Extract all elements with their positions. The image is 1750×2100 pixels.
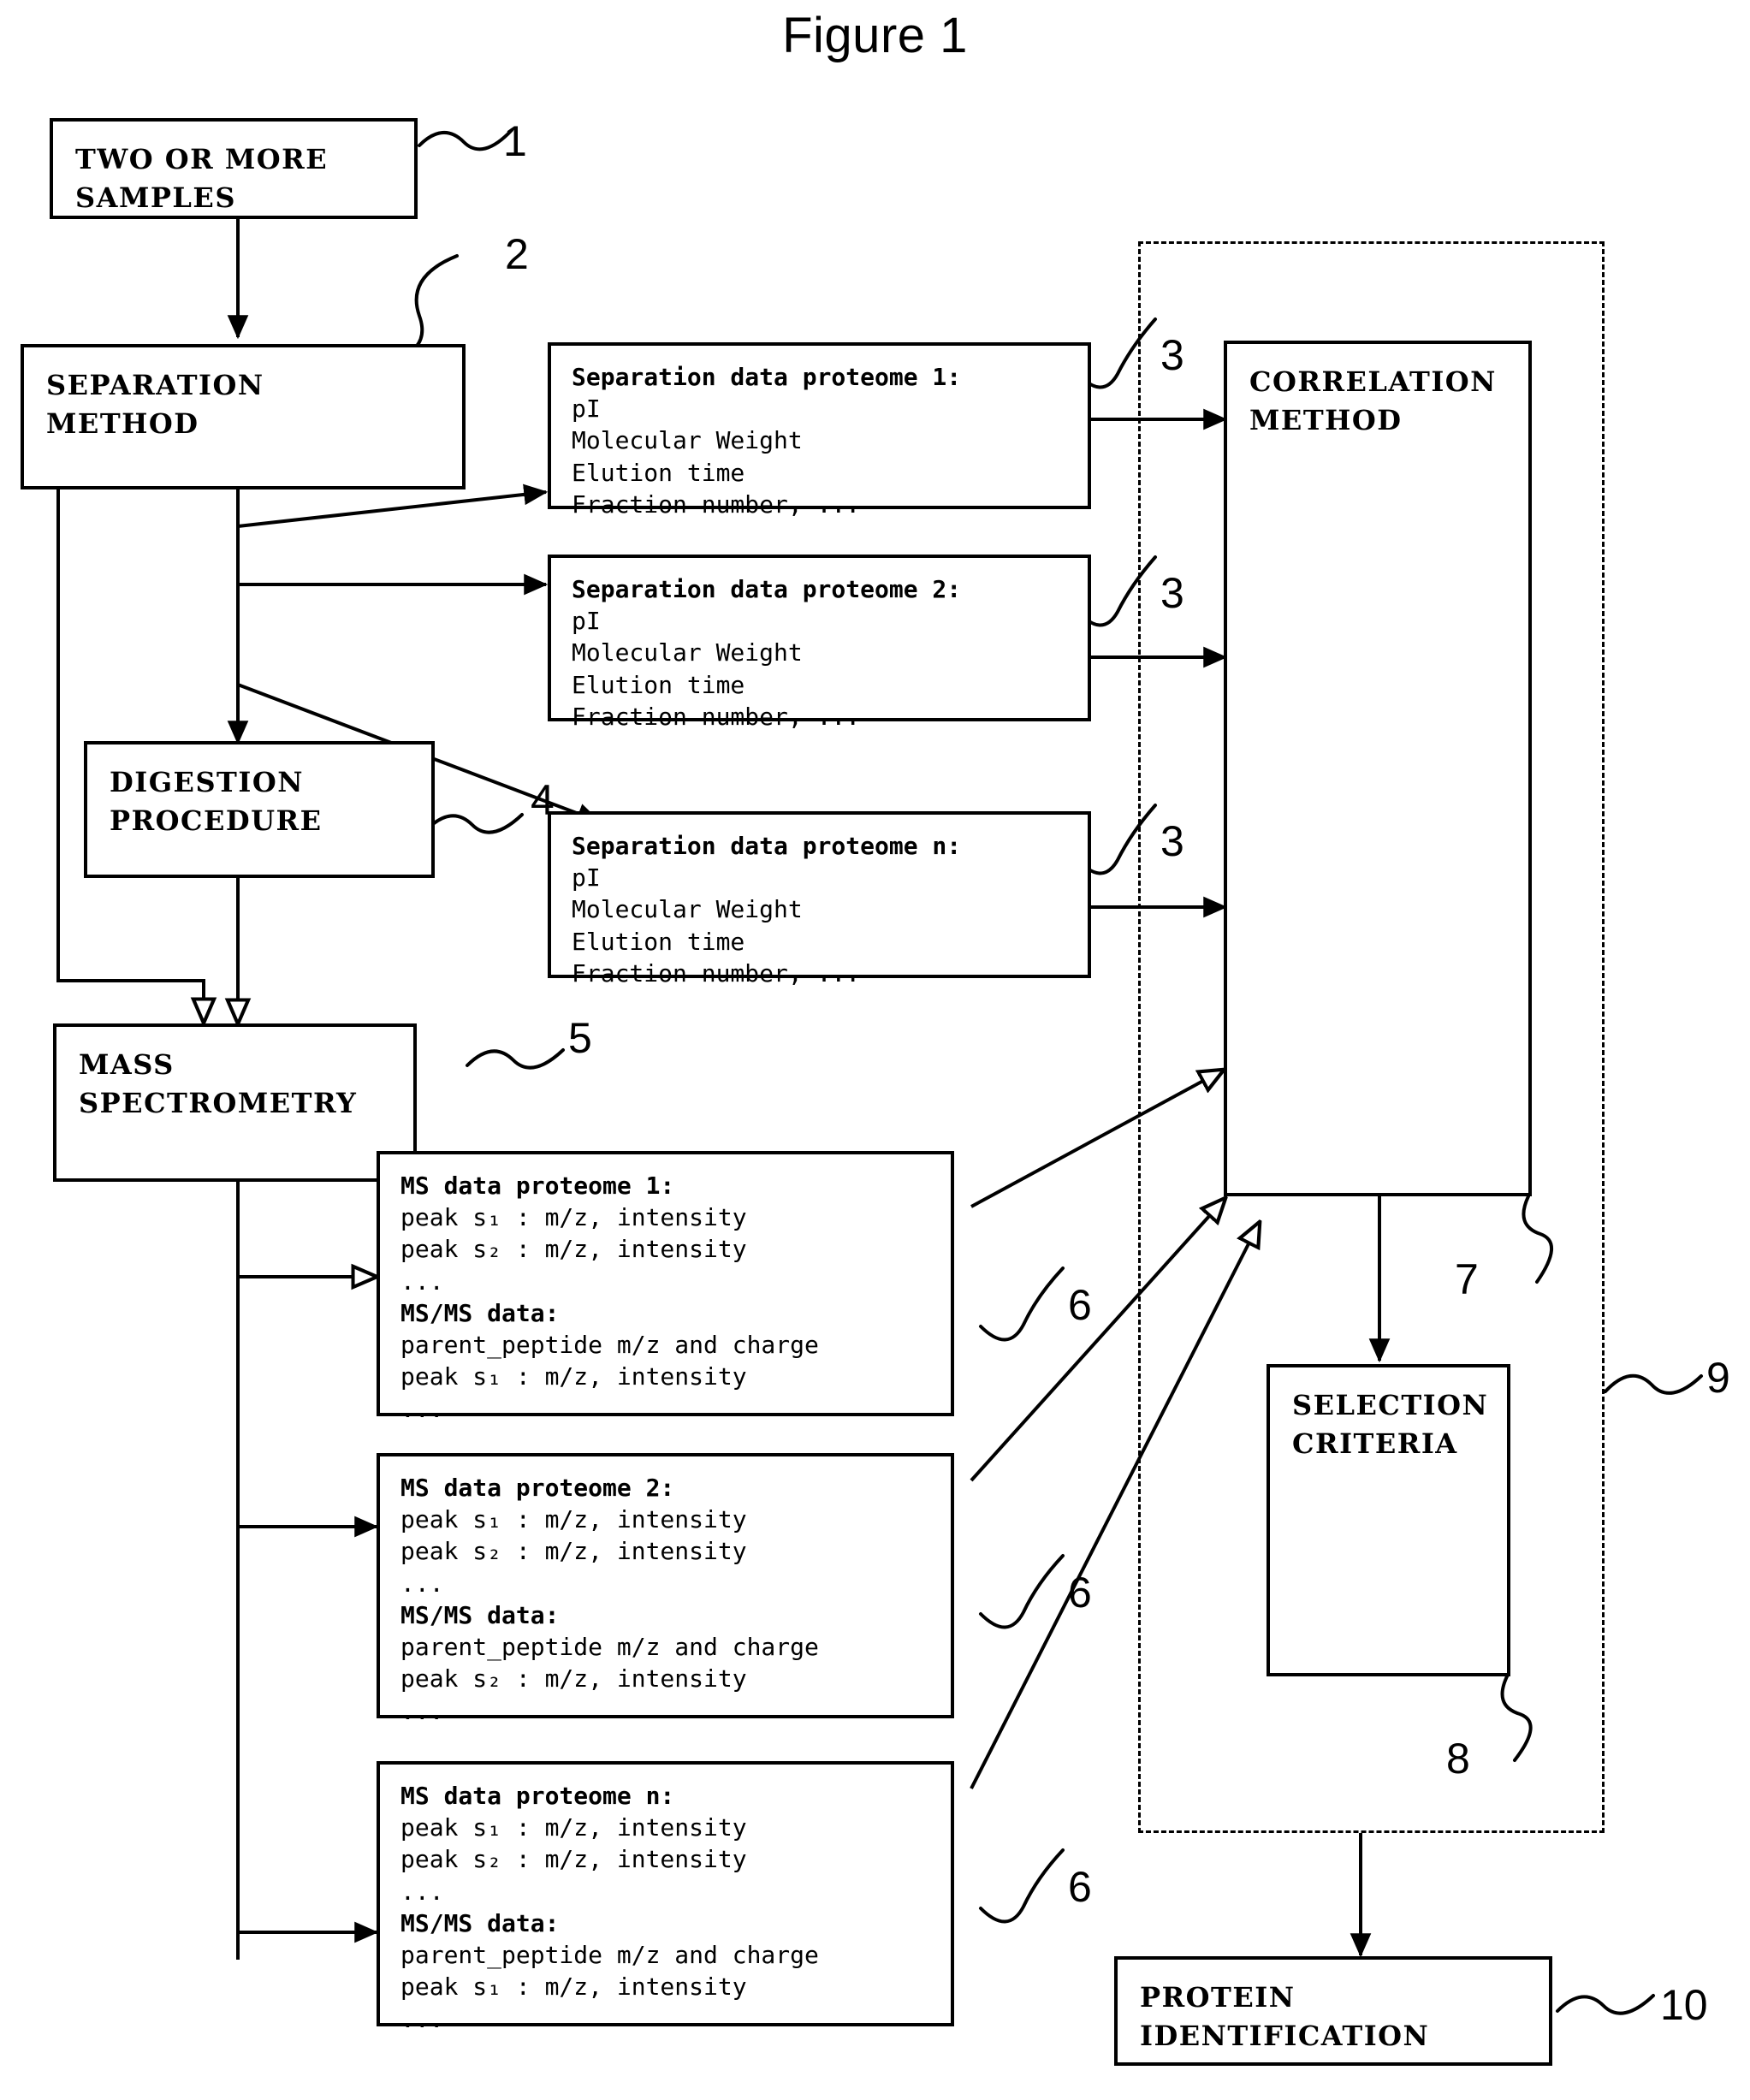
protein-id-line-1: PROTEIN [1140, 1981, 1296, 2014]
refnum-5: 5 [568, 1014, 592, 1062]
digestion-line-1: DIGESTION [110, 766, 304, 798]
node-ms-data-proteome-n: MS data proteome n: peak s₁ : m/z, inten… [377, 1761, 954, 2033]
separation-method-line-1: SEPARATION [46, 369, 264, 401]
refnum-10: 10 [1660, 1981, 1708, 2029]
msdata-2-line-7: peak s₂ : m/z, intensity [400, 1664, 747, 1694]
refnum-3-a: 3 [1160, 331, 1184, 379]
msdata-1-line-1: MS data proteome 1: [400, 1172, 675, 1200]
arrow-separation-to-sepdata-1 [237, 483, 549, 528]
digestion-line-2: PROCEDURE [110, 804, 323, 838]
msdata-n-line-6: parent_peptide m/z and charge [400, 1941, 819, 1970]
msdata-n-line-1: MS data proteome n: [400, 1782, 675, 1810]
leader-6b [979, 1554, 1065, 1629]
node-separation-data-proteome-n: Separation data proteome n: pI Molecular… [548, 811, 1091, 988]
msdata-2-line-4: ... [400, 1569, 444, 1598]
samples-line-2: SAMPLES [75, 181, 236, 215]
selection-line-1: SELECTION [1292, 1389, 1489, 1421]
leader-4 [424, 813, 524, 834]
refnum-6-c: 6 [1068, 1863, 1092, 1911]
separation-method-line-2: METHOD [46, 407, 199, 441]
refnum-3-b: 3 [1160, 569, 1184, 617]
sepdata-n-line-5: Fraction number, ... [572, 958, 861, 988]
sepdata-n-line-4: Elution time [572, 927, 745, 956]
msdata-2-line-5: MS/MS data: [400, 1600, 560, 1629]
sepdata-n-line-3: Molecular Weight [572, 895, 803, 924]
refnum-1: 1 [503, 117, 527, 165]
msdata-1-line-2: peak s₁ : m/z, intensity [400, 1203, 747, 1232]
leader-1 [418, 128, 513, 151]
msdata-n-line-7: peak s₁ : m/z, intensity [400, 1972, 747, 2002]
patent-figure-1: Figure 1 TWO OR MORE SAMPLES 1 SEPARATIO… [0, 0, 1750, 2100]
sepdata-2-line-3: Molecular Weight [572, 638, 803, 667]
sepdata-n-line-1: Separation data proteome n: [572, 832, 962, 860]
node-mass-spectrometry: MASS SPECTROMETRY [53, 1023, 417, 1182]
msdata-1-line-5: MS/MS data: [400, 1298, 560, 1327]
msdata-2-line-2: peak s₁ : m/z, intensity [400, 1505, 747, 1534]
sepdata-1-line-4: Elution time [572, 458, 745, 487]
figure-title: Figure 1 [782, 8, 968, 63]
protein-id-line-2: IDENTIFICATION [1140, 2020, 1430, 2053]
sepdata-2-line-4: Elution time [572, 670, 745, 699]
mass-spec-line-2: SPECTROMETRY [79, 1087, 358, 1120]
msdata-1-line-8: ... [400, 1394, 444, 1423]
msdata-2-line-6: parent_peptide m/z and charge [400, 1633, 819, 1662]
leader-6a [979, 1267, 1065, 1342]
node-separation-data-proteome-2: Separation data proteome 2: pI Molecular… [548, 555, 1091, 731]
msdata-2-line-1: MS data proteome 2: [400, 1474, 675, 1502]
msdata-n-line-8: ... [400, 2004, 444, 2033]
node-correlation-method: CORRELATION METHOD [1224, 341, 1532, 1196]
correlation-line-1: CORRELATION [1249, 365, 1497, 398]
sepdata-1-line-5: Fraction number, ... [572, 489, 861, 519]
sepdata-2-line-2: pI [572, 607, 601, 636]
mass-spec-line-1: MASS [79, 1048, 175, 1081]
msdata-1-line-3: peak s₂ : m/z, intensity [400, 1235, 747, 1264]
refnum-3-c: 3 [1160, 817, 1184, 865]
sepdata-1-line-3: Molecular Weight [572, 426, 803, 455]
node-ms-data-proteome-1: MS data proteome 1: peak s₁ : m/z, inten… [377, 1151, 954, 1423]
sepdata-1-line-1: Separation data proteome 1: [572, 363, 962, 391]
node-protein-identification: PROTEIN IDENTIFICATION [1114, 1956, 1552, 2066]
node-ms-data-proteome-2: MS data proteome 2: peak s₁ : m/z, inten… [377, 1453, 954, 1725]
leader-6c [979, 1848, 1065, 1924]
refnum-6-b: 6 [1068, 1569, 1092, 1617]
sepdata-2-line-5: Fraction number, ... [572, 702, 861, 731]
node-digestion-procedure: DIGESTION PROCEDURE [84, 741, 435, 878]
correlation-line-2: METHOD [1249, 404, 1403, 437]
refnum-9: 9 [1706, 1354, 1730, 1402]
msdata-1-line-4: ... [400, 1267, 444, 1296]
selection-line-2: CRITERIA [1292, 1427, 1458, 1461]
node-two-or-more-samples: TWO OR MORE SAMPLES [50, 118, 418, 219]
samples-line-1: TWO OR MORE [75, 143, 329, 175]
node-selection-criteria: SELECTION CRITERIA [1267, 1364, 1510, 1676]
msdata-n-line-4: ... [400, 1877, 444, 1906]
msdata-1-line-6: parent_peptide m/z and charge [400, 1331, 819, 1360]
refnum-8: 8 [1446, 1735, 1470, 1783]
msdata-n-line-3: peak s₂ : m/z, intensity [400, 1845, 747, 1874]
msdata-2-line-8: ... [400, 1696, 444, 1725]
node-separation-data-proteome-1: Separation data proteome 1: pI Molecular… [548, 342, 1091, 519]
refnum-2: 2 [505, 230, 529, 278]
sepdata-n-line-2: pI [572, 863, 601, 893]
msdata-1-line-7: peak s₁ : m/z, intensity [400, 1362, 747, 1391]
node-separation-method: SEPARATION METHOD [21, 344, 466, 489]
leader-5 [466, 1048, 565, 1070]
msdata-n-line-5: MS/MS data: [400, 1908, 560, 1937]
leader-9 [1604, 1373, 1703, 1395]
leader-10 [1556, 1994, 1655, 2015]
msdata-2-line-3: peak s₂ : m/z, intensity [400, 1537, 747, 1566]
sepdata-2-line-1: Separation data proteome 2: [572, 575, 962, 603]
sepdata-1-line-2: pI [572, 394, 601, 424]
refnum-7: 7 [1455, 1255, 1479, 1303]
refnum-6-a: 6 [1068, 1281, 1092, 1329]
msdata-n-line-2: peak s₁ : m/z, intensity [400, 1813, 747, 1842]
